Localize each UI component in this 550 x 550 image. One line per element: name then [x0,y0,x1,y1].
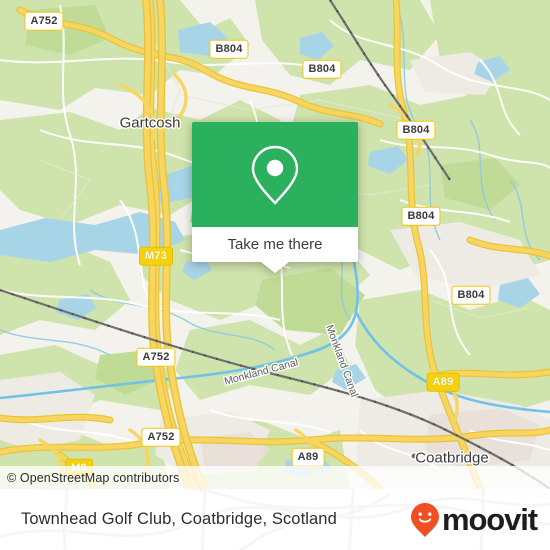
road-shield-b804: B804 [451,285,491,305]
road-shield-a752: A752 [136,347,176,367]
moovit-pin-smiley-icon [410,502,439,537]
road-shield-a752: A752 [141,427,181,447]
place-label-coatbridge: Coatbridge [415,449,489,467]
road-shield-a89: A89 [426,372,460,392]
road-shield-b804: B804 [209,39,249,59]
footer-bar: Townhead Golf Club, Coatbridge, Scotland… [0,489,550,550]
page-title: Townhead Golf Club, Coatbridge, Scotland [21,510,337,528]
road-shield-a89: A89 [291,447,325,467]
map-canvas[interactable]: Monkland Canal Monkland Canal A752 B804 B8… [0,0,550,489]
map-attribution[interactable]: © OpenStreetMap contributors [0,466,550,489]
attribution-text: © OpenStreetMap contributors [7,470,180,485]
take-me-there-label: Take me there [227,236,323,253]
popup-tail [261,262,289,273]
map-pin-icon [251,145,299,205]
moovit-location-card: Monkland Canal Monkland Canal A752 B804 B8… [0,0,550,550]
road-shield-b804: B804 [302,59,342,79]
take-me-there-button[interactable]: Take me there [192,227,358,273]
moovit-brand[interactable]: moovit [410,502,538,538]
moovit-wordmark: moovit [441,502,538,537]
road-shield-b804: B804 [401,206,441,226]
road-shield-a752: A752 [24,11,64,31]
place-label-gartcosh: Gartcosh [119,114,181,132]
road-shield-b804: B804 [396,120,436,140]
location-popup-card[interactable]: Take me there [192,122,358,273]
road-shield-m73: M73 [139,246,173,266]
popup-icon-area [192,122,358,227]
